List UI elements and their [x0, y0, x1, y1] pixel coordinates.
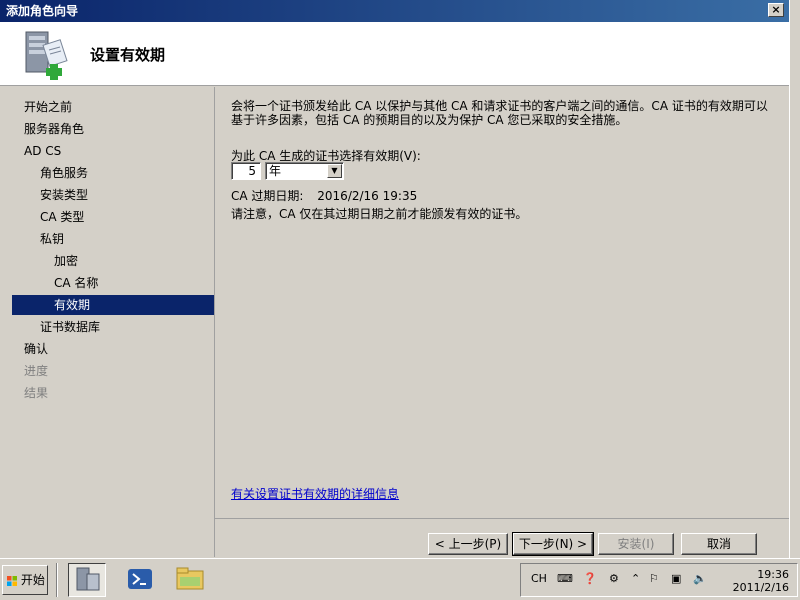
nav-item-ad-cs[interactable]: AD CS: [12, 141, 214, 161]
start-label: 开始: [20, 573, 45, 587]
powershell-icon: [128, 569, 152, 589]
start-button[interactable]: 开始: [2, 565, 48, 595]
nav-item-role-services[interactable]: 角色服务: [12, 163, 214, 183]
help-icon[interactable]: ❓: [583, 572, 597, 585]
powershell-taskbar-icon[interactable]: [122, 563, 160, 597]
nav-item-cryptography[interactable]: 加密: [12, 251, 214, 271]
server-manager-icon: [76, 567, 100, 591]
validity-unit-value: 年: [269, 164, 282, 178]
nav-item-certificate-database[interactable]: 证书数据库: [12, 317, 214, 337]
volume-icon[interactable]: 🔈: [693, 572, 707, 585]
wizard-nav: 开始之前 服务器角色 AD CS 角色服务 安装类型 CA 类型 私钥 加密 C…: [12, 90, 214, 555]
flag-icon[interactable]: ⚐: [649, 572, 659, 585]
nav-item-validity-period[interactable]: 有效期: [12, 295, 214, 315]
chevron-down-icon[interactable]: ▼: [327, 164, 342, 178]
nav-item-server-roles[interactable]: 服务器角色: [12, 119, 214, 139]
next-button[interactable]: 下一步(N) >: [512, 532, 594, 556]
wizard-content: 会将一个证书颁发给此 CA 以保护与其他 CA 和请求证书的客户端之间的通信。C…: [215, 87, 789, 517]
server-manager-taskbar-icon[interactable]: [68, 563, 106, 597]
validity-unit-select[interactable]: 年 ▼: [265, 162, 344, 180]
folder-icon: [176, 567, 204, 590]
nav-item-results: 结果: [24, 386, 49, 400]
description-text: 会将一个证书颁发给此 CA 以保护与其他 CA 和请求证书的客户端之间的通信。C…: [231, 99, 768, 127]
nav-item-confirmation[interactable]: 确认: [12, 339, 214, 359]
nav-item-ca-type[interactable]: CA 类型: [12, 207, 214, 227]
language-indicator[interactable]: CH: [531, 572, 547, 585]
expiry-date: CA 过期日期: 2016/2/16 19:35: [231, 187, 417, 204]
window-title: 添加角色向导: [6, 4, 79, 18]
taskbar-separator: [56, 563, 58, 597]
expiry-label: CA 过期日期:: [231, 189, 304, 203]
install-button: 安装(I): [598, 533, 674, 555]
close-button[interactable]: ×: [768, 3, 784, 17]
scrollbar[interactable]: [789, 0, 800, 558]
network-icon[interactable]: ▣: [671, 572, 681, 585]
validity-number-input[interactable]: 5: [231, 162, 261, 180]
windows-logo-icon: [7, 575, 17, 586]
clock[interactable]: 19:36 2011/2/16: [733, 568, 789, 594]
clock-date: 2011/2/16: [732, 581, 789, 594]
wizard-header: 设置有效期: [0, 22, 789, 86]
nav-item-private-key[interactable]: 私钥: [12, 229, 214, 249]
notice-text: 请注意，CA 仅在其过期日期之前才能颁发有效的证书。: [231, 207, 528, 221]
nav-item-before-you-begin[interactable]: 开始之前: [12, 97, 214, 117]
page-title: 设置有效期: [90, 46, 166, 64]
title-bar[interactable]: 添加角色向导 ×: [0, 0, 789, 22]
chevron-up-icon[interactable]: ⌃: [631, 572, 640, 585]
taskbar: 开始 CH ⌨ ❓ ⚙ ⌃ ⚐ ▣ 🔈 19:36 2011/2/16: [0, 558, 800, 600]
expiry-value: 2016/2/16 19:35: [317, 189, 418, 203]
nav-item-ca-name[interactable]: CA 名称: [12, 273, 214, 293]
explorer-taskbar-icon[interactable]: [172, 563, 210, 597]
back-button[interactable]: < 上一步(P): [428, 533, 508, 555]
wizard-window: 添加角色向导 × 设置有效期 开始之前 服务器角色 AD CS 角色服务 安装类…: [0, 0, 789, 558]
cancel-button[interactable]: 取消: [681, 533, 757, 555]
nav-item-setup-type[interactable]: 安装类型: [12, 185, 214, 205]
keyboard-icon[interactable]: ⌨: [557, 572, 573, 585]
system-tray: CH ⌨ ❓ ⚙ ⌃ ⚐ ▣ 🔈 19:36 2011/2/16: [520, 563, 798, 597]
button-area-divider: [215, 518, 789, 519]
server-add-icon: [25, 31, 68, 80]
options-icon[interactable]: ⚙: [609, 572, 619, 585]
help-link[interactable]: 有关设置证书有效期的详细信息: [231, 485, 399, 502]
nav-item-progress: 进度: [24, 364, 49, 378]
clock-time: 19:36: [757, 568, 789, 581]
